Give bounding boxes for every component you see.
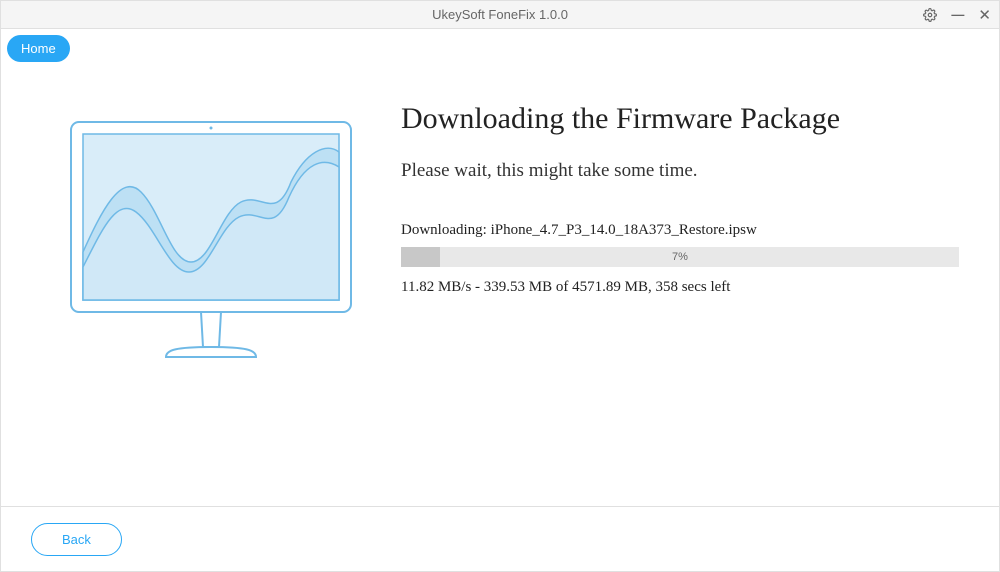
app-window: UkeySoft FoneFix 1.0.0 — ✕ Home bbox=[0, 0, 1000, 572]
window-title: UkeySoft FoneFix 1.0.0 bbox=[432, 7, 568, 22]
page-subtitle: Please wait, this might take some time. bbox=[401, 160, 959, 182]
monitor-illustration bbox=[41, 102, 381, 486]
nav-bar: Home bbox=[1, 29, 999, 62]
download-panel: Downloading the Firmware Package Please … bbox=[381, 102, 959, 486]
close-icon[interactable]: ✕ bbox=[978, 6, 991, 24]
page-title: Downloading the Firmware Package bbox=[401, 102, 959, 136]
progress-fill bbox=[401, 247, 440, 267]
titlebar: UkeySoft FoneFix 1.0.0 — ✕ bbox=[1, 1, 999, 29]
window-controls: — ✕ bbox=[923, 6, 991, 24]
download-filename: iPhone_4.7_P3_14.0_18A373_Restore.ipsw bbox=[491, 222, 757, 238]
footer: Back bbox=[1, 507, 999, 571]
download-stats: 11.82 MB/s - 339.53 MB of 4571.89 MB, 35… bbox=[401, 279, 959, 296]
main-content: Downloading the Firmware Package Please … bbox=[1, 62, 999, 507]
download-file-label: Downloading: iPhone_4.7_P3_14.0_18A373_R… bbox=[401, 222, 959, 239]
gear-icon[interactable] bbox=[923, 8, 937, 22]
progress-percent: 7% bbox=[672, 251, 688, 263]
download-prefix: Downloading: bbox=[401, 222, 491, 238]
back-button[interactable]: Back bbox=[31, 523, 122, 556]
home-button[interactable]: Home bbox=[7, 35, 70, 62]
progress-bar: 7% bbox=[401, 247, 959, 267]
minimize-icon[interactable]: — bbox=[951, 7, 964, 22]
